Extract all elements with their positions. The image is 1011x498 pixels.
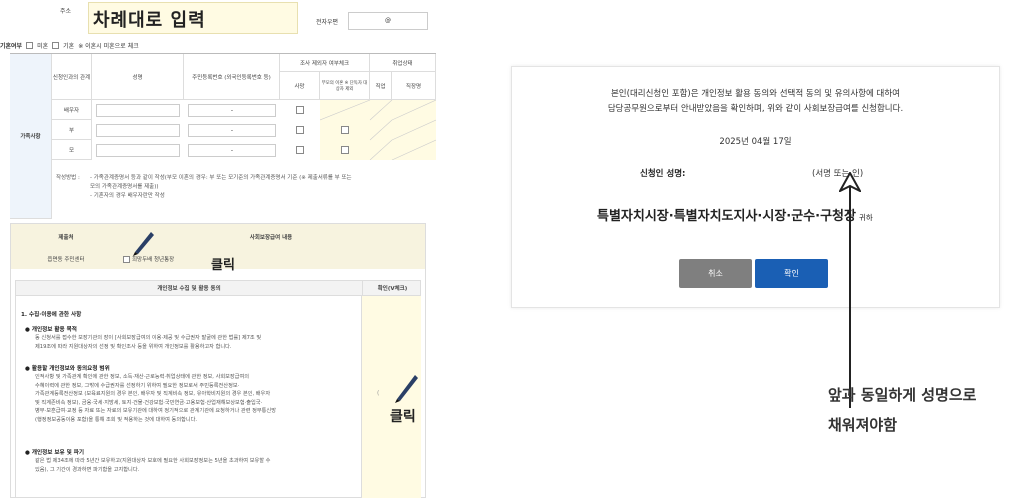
purpose-line-1: 동 신청서를 접수한 보장기관의 장이 [사회보장급여의 이용·제공 및 수급권… xyxy=(35,335,262,341)
mother-name-input[interactable] xyxy=(96,144,180,157)
section-collection-title: 1. 수집·이용에 관한 사항 xyxy=(21,312,82,318)
father-death-checkbox[interactable] xyxy=(296,126,304,134)
marital-note: ※ 이혼시 미혼으로 체크 xyxy=(78,42,139,50)
spouse-name-input[interactable] xyxy=(96,104,180,117)
unmarried-label: 미혼 xyxy=(37,42,49,50)
pen-icon xyxy=(133,232,154,256)
header-name: 성명 xyxy=(92,54,184,100)
benefit-header: 사회보장급여 내용 xyxy=(249,235,293,241)
row-spouse-relation: 배우자 xyxy=(52,100,92,120)
purpose-line-2: 제19조에 따라 지원대상자의 선정 및 확인조사 등을 위하여 개인정보를 활… xyxy=(35,343,232,350)
email-label: 전자우편 xyxy=(316,19,339,26)
consent-header: 개인정보 수집 및 활용 동의 확인(V체크) xyxy=(15,280,421,296)
click-annotation-2: 클릭 xyxy=(390,409,416,425)
purpose-text: 동 신청서를 접수한 보장기관의 장이 [사회보장급여의 이용·제공 및 수급권… xyxy=(35,334,365,351)
dialog-date: 2025년 04월 17일 xyxy=(719,137,792,147)
father-name-input[interactable] xyxy=(96,124,180,137)
spouse-death-checkbox[interactable] xyxy=(296,106,304,114)
annotation-text-line-1: 앞과 동일하게 성명으로 xyxy=(828,386,977,404)
scope-line-4: 및 직계존비속 정보), 금융·국세·지방세, 토지·건물·건강보험·국민연금·… xyxy=(35,399,263,406)
recipient-office-suffix: 귀하 xyxy=(858,213,873,222)
click-annotation-1: 클릭 xyxy=(211,258,235,273)
scope-line-6: (행정정보공동이용 포함)을 통해 조회 및 적용하는 것에 대하여 동의합니다… xyxy=(35,416,198,423)
retention-text: 같은 법 제34조에 따라 5년간 보유하고(지원대상자 보호에 필요한 사회보… xyxy=(35,457,365,474)
unmarried-checkbox[interactable] xyxy=(26,41,34,49)
header-survey-death: 사망 xyxy=(280,72,320,100)
mother-death-checkbox[interactable] xyxy=(296,146,304,154)
header-survey: 조사 제외자 여부체크 xyxy=(280,54,370,72)
married-label: 기혼 xyxy=(63,42,75,50)
signer-name-label: 신청인 성명: xyxy=(640,169,686,179)
submitter-value: 읍면동 주민센터 xyxy=(47,257,85,263)
instruction-line-3: - 기혼자의 경우 배우자란만 작성 xyxy=(90,193,165,199)
instruction-line-1: - 가족관계증명서 등과 같이 작성(부모 이혼의 경우: 부 또는 모기준의 … xyxy=(90,175,352,181)
benefit-checkbox[interactable] xyxy=(123,255,130,263)
header-rrn: 주민등록번호 (외국인등록번호 등) xyxy=(184,54,280,100)
dialog-statement-line-2: 담당공무원으로부터 안내받았음을 확인하며, 위와 같이 사회보장급여를 신청합… xyxy=(607,104,904,114)
consent-title: 개인정보 수집 및 활용 동의 xyxy=(157,286,221,292)
family-section-label: 가족사항 xyxy=(10,54,52,219)
submitter-header: 제출처 xyxy=(58,235,74,241)
instructions-text: - 가족관계증명서 등과 같이 작성(부모 이혼의 경우: 부 또는 모기준의 … xyxy=(90,174,434,201)
purpose-bullet: ● 개인정보 활용 목적 xyxy=(25,327,77,333)
header-relation: 신청인과의 관계 xyxy=(52,54,92,100)
benefit-option-label: 희망두배 청년통장 xyxy=(132,257,175,263)
marital-label: 기혼여부 xyxy=(0,42,23,50)
scope-line-2: 수혜이력에 관한 정보, 그밖에 수급권자를 선정하기 위하여 필요한 정보로서… xyxy=(35,382,240,389)
not-applicable-hatching xyxy=(320,100,436,160)
cancel-button[interactable]: 취소 xyxy=(679,259,752,288)
row-father-relation: 부 xyxy=(52,120,92,140)
address-label: 주소 xyxy=(60,8,72,15)
recipient-office-name: 특별자치시장·특별자치도지사·시장·군수·구청장 xyxy=(597,209,856,224)
annotation-arrow-line xyxy=(849,186,851,408)
scope-bullet: ● 활용할 개인정보와 동의요청 범위 xyxy=(25,366,110,372)
instructions-label: 작성방법 : xyxy=(56,175,80,181)
address-annotation: 차례대로 입력 xyxy=(93,10,206,31)
married-checkbox[interactable] xyxy=(52,41,60,49)
recipient-office: 특별자치시장·특별자치도지사·시장·군수·구청장 귀하 xyxy=(597,205,873,224)
marital-status-row: 기혼여부 미혼 기혼 ※ 이혼시 미혼으로 체크 xyxy=(0,39,139,51)
scope-line-1: 인적사항 및 가족관계 확인에 관한 정보, 소득·재산·근로능력·취업상태에 … xyxy=(35,374,249,380)
spouse-rrn-input[interactable]: - xyxy=(188,104,276,117)
mother-rrn-input[interactable]: - xyxy=(188,144,276,157)
address-row: 주소 차례대로 입력 전자우편 @ xyxy=(0,0,436,38)
consent-form-panel: 제출처 사회보장급여 내용 읍면동 주민센터 희망두배 청년통장 클릭 개인정보… xyxy=(10,223,426,498)
application-confirm-dialog: 본인(대리신청인 포함)은 개인정보 활용 동의와 선택적 동의 및 유의사항에… xyxy=(511,66,1000,308)
scope-text: 인적사항 및 가족관계 확인에 관한 정보, 소득·재산·근로능력·취업상태에 … xyxy=(35,373,365,425)
retention-line-1: 같은 법 제34조에 따라 5년간 보유하고(지원대상자 보호에 필요한 사회보… xyxy=(35,458,271,464)
instruction-line-2: 모의 가족관계증명서를 제출)) xyxy=(90,184,159,190)
scope-line-5: 병무·보훈급여·교정 등 자료 또는 자료의 보유기관에 대하여 정기적으로 관… xyxy=(35,408,276,415)
confirm-button[interactable]: 확인 xyxy=(755,259,828,288)
retention-line-2: 있음), 그 기간이 경과하면 파기함을 고지합니다. xyxy=(35,466,140,473)
family-form-panel: 주소 차례대로 입력 전자우편 @ 기혼여부 미혼 기혼 ※ 이혼시 미혼으로 … xyxy=(0,0,436,219)
header-job: 취업상태 xyxy=(370,54,436,72)
row-mother-relation: 모 xyxy=(52,140,92,160)
dialog-statement-line-1: 본인(대리신청인 포함)은 개인정보 활용 동의와 선택적 동의 및 유의사항에… xyxy=(610,89,900,99)
header-job-workplace: 직장명 xyxy=(392,72,436,100)
scope-line-3: 가족관계등록전산정보 (보육료지원의 경우 본인, 배우자 및 직계비속 정보,… xyxy=(35,391,271,398)
pen-icon xyxy=(395,375,418,403)
annotation-text-line-2: 채워져야함 xyxy=(828,416,898,434)
header-job-occupation: 직업 xyxy=(370,72,392,100)
father-rrn-input[interactable]: - xyxy=(188,124,276,137)
retention-bullet: ● 개인정보 보유 및 파기 xyxy=(25,450,84,456)
confirm-header: 확인(V체크) xyxy=(362,281,422,295)
email-input[interactable]: @ xyxy=(348,12,428,30)
confirm-checkbox-mark[interactable]: ( xyxy=(377,390,379,397)
header-survey-divorce: 부모의 이혼 ※ 단독자 대상자 제외 xyxy=(320,72,370,100)
family-table: 가족사항 신청인과의 관계 성명 주민등록번호 (외국인등록번호 등) 조사 제… xyxy=(10,53,436,219)
